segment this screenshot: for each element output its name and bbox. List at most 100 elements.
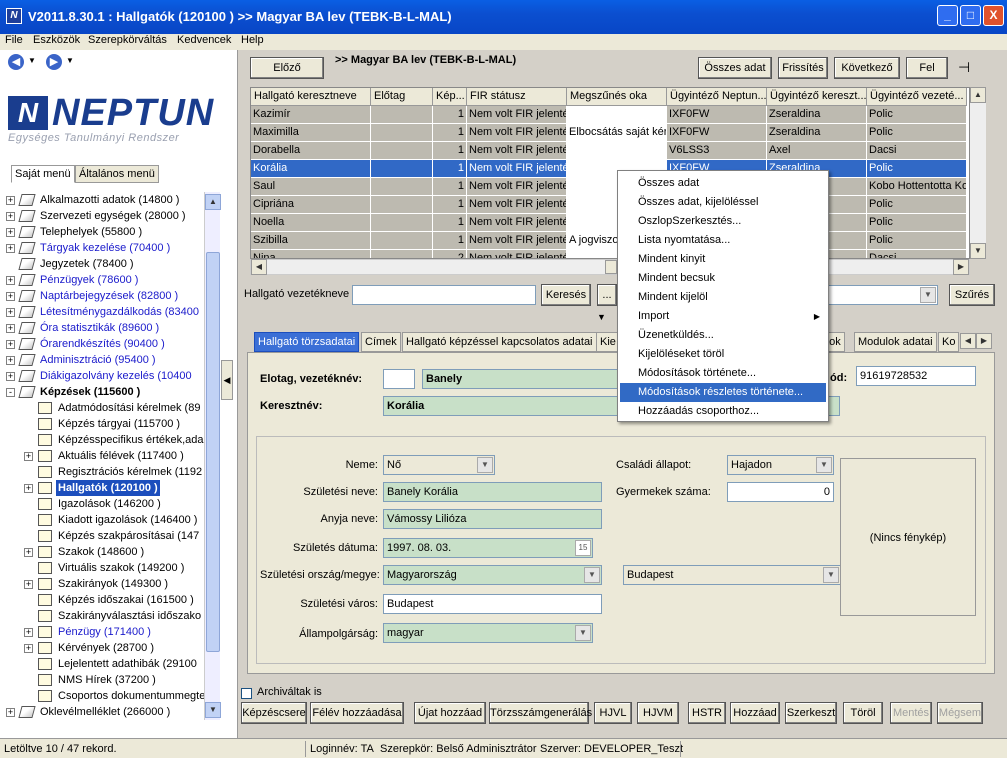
tree-node[interactable]: Szakirányválasztási időszako [6,608,204,624]
pin-icon[interactable]: ⊣ [958,59,970,76]
table-row[interactable]: Maximilla 1 Nem volt FIR jelenté Elbocsátás… [251,124,969,142]
tree-node[interactable]: + Pénzügyek (78600 ) [6,272,204,288]
grid-scroll-right-icon[interactable]: ▶ [953,259,969,275]
tree-scrollbar[interactable]: ▲ ▼ [204,192,221,720]
column-header[interactable]: Hallgató keresztneve [251,88,371,106]
context-menu-item[interactable]: Módosítások részletes története... [620,383,826,402]
context-menu-item[interactable]: Üzenetküldés... [620,326,826,345]
archived-checkbox[interactable] [241,688,252,699]
all-data-button[interactable]: Összes adat [698,57,772,79]
marital-select[interactable]: Hajadon ▼ [727,455,834,475]
expand-icon[interactable]: + [6,372,15,381]
context-menu-item[interactable]: Kijelöléseket töröl [620,345,826,364]
expand-icon[interactable]: + [6,276,15,285]
close-button[interactable]: X [983,5,1004,26]
menu-help[interactable]: Help [241,34,264,47]
back-icon[interactable]: ◀ [8,54,24,70]
tree-node[interactable]: + Diákigazolvány kezelés (10400 [6,368,204,384]
tree-node[interactable]: + Oklevélmelléklet (266000 ) [6,704,204,720]
birthdate-input[interactable]: 1997. 08. 03. 15 [383,538,593,558]
table-row[interactable]: Noella 1 Nem volt FIR jelenté Polic [251,214,969,232]
context-menu-item[interactable]: Lista nyomtatása... [620,231,826,250]
gender-select[interactable]: Nő ▼ [383,455,495,475]
minimize-button[interactable]: _ [937,5,958,26]
tree-node[interactable]: + Szervezeti egységek (28000 ) [6,208,204,224]
surname-input[interactable]: Banely [422,369,618,389]
table-row[interactable]: Kazimír 1 Nem volt FIR jelenté IXF0FW Zseral… [251,106,969,124]
expand-icon[interactable]: + [6,324,15,333]
expand-icon[interactable]: + [6,340,15,349]
tabs-right-icon[interactable]: ▶ [976,333,992,349]
expand-icon[interactable]: + [6,308,15,317]
training-swap-button[interactable]: Képzéscsere [241,702,307,724]
mother-input[interactable]: Vámossy Lilióza [383,509,602,529]
menu-favorites[interactable]: Kedvencek [177,34,231,47]
add-semester-button[interactable]: Félév hozzáadása [310,702,404,724]
calendar-icon[interactable]: 15 [575,540,591,556]
tree-node[interactable]: Képzés időszakai (161500 ) [6,592,204,608]
add-new-button[interactable]: Újat hozzáad [414,702,486,724]
tree-node[interactable]: + Kérvények (28700 ) [6,640,204,656]
tree-node[interactable]: + Alkalmazotti adatok (14800 ) [6,192,204,208]
tab-modules[interactable]: Modulok adatai [854,332,937,352]
context-menu-item[interactable]: Mindent kijelöl [620,288,826,307]
tab-own-menu[interactable]: Saját menü [11,165,75,183]
tree-node[interactable]: Csoportos dokumentummegte [6,688,204,704]
tree-node[interactable]: Regisztrációs kérelmek (1192 [6,464,204,480]
table-row[interactable]: Szibilla 1 Nem volt FIR jelenté A jogviszo P… [251,232,969,250]
expand-icon[interactable]: + [24,548,33,557]
grid-scroll-up-icon[interactable]: ▲ [970,87,986,103]
tab-training-data[interactable]: Hallgató képzéssel kapcsolatos adatai [402,332,597,352]
refresh-button[interactable]: Frissítés [778,57,828,79]
expand-icon[interactable]: + [6,244,15,253]
context-menu-item[interactable]: Import ▶ [620,307,826,326]
column-header[interactable]: FIR státusz [467,88,567,106]
scroll-thumb[interactable] [206,252,220,652]
cancel-button[interactable]: Mégsem [937,702,983,724]
expand-icon[interactable]: + [24,644,33,653]
scroll-up-icon[interactable]: ▲ [205,194,221,210]
context-menu-item[interactable]: OszlopSzerkesztés... [620,212,826,231]
tree-node[interactable]: Lejelentett adathibák (29100 [6,656,204,672]
grid-vscrollbar[interactable]: ▲ ▼ [970,87,986,259]
column-header[interactable]: Ügyintéző Neptun... [667,88,767,106]
next-button[interactable]: Következő [834,57,900,79]
add-button[interactable]: Hozzáad [730,702,780,724]
tree-node[interactable]: + Naptárbejegyzések (82800 ) [6,288,204,304]
column-header[interactable]: Kép... [433,88,467,106]
tree-node[interactable]: + Órarendkészítés (90400 ) [6,336,204,352]
tree-node[interactable]: Kiadott igazolások (146400 ) [6,512,204,528]
collapse-icon[interactable]: - [6,388,15,397]
column-header[interactable]: Előtag [371,88,433,106]
children-input[interactable]: 0 [727,482,834,502]
country-select[interactable]: Magyarország ▼ [383,565,602,585]
expand-icon[interactable]: + [6,356,15,365]
birthname-input[interactable]: Banely Korália [383,482,602,502]
expand-icon[interactable]: + [6,196,15,205]
surname-filter-input[interactable] [352,285,536,305]
chevron-down-icon[interactable]: ▼ [816,457,832,473]
tree-node[interactable]: Adatmódosítási kérelmek (89 [6,400,204,416]
table-row[interactable]: Cipriána 1 Nem volt FIR jelenté Polic [251,196,969,214]
tree-node[interactable]: Képzésspecifikus értékek,ada [6,432,204,448]
code-input[interactable]: 91619728532 [856,366,976,386]
expand-icon[interactable]: + [24,580,33,589]
tree-node[interactable]: + Pénzügy (171400 ) [6,624,204,640]
expand-icon[interactable]: + [6,292,15,301]
tree-node[interactable]: + Szakok (148600 ) [6,544,204,560]
city-input[interactable]: Budapest [383,594,602,614]
generate-id-button[interactable]: Törzsszámgenerálás [489,702,592,724]
tree-node[interactable]: Igazolások (146200 ) [6,496,204,512]
tree-node[interactable]: Jegyzetek (78400 ) [6,256,204,272]
tree-node[interactable]: + Szakirányok (149300 ) [6,576,204,592]
tree-node[interactable]: + Telephelyek (55800 ) [6,224,204,240]
tab-general-menu[interactable]: Általános menü [75,165,159,183]
firstname-input[interactable]: Korália [383,396,618,416]
column-header[interactable]: Ügyintéző kereszt... [767,88,867,106]
delete-button[interactable]: Töröl [843,702,883,724]
expand-icon[interactable]: + [24,628,33,637]
table-row[interactable]: Nina 2 Nem volt FIR jelenté Dacsi [251,250,969,258]
expand-icon[interactable]: + [6,228,15,237]
context-menu-item[interactable]: Mindent becsuk [620,269,826,288]
chevron-down-icon[interactable]: ▼ [477,457,493,473]
